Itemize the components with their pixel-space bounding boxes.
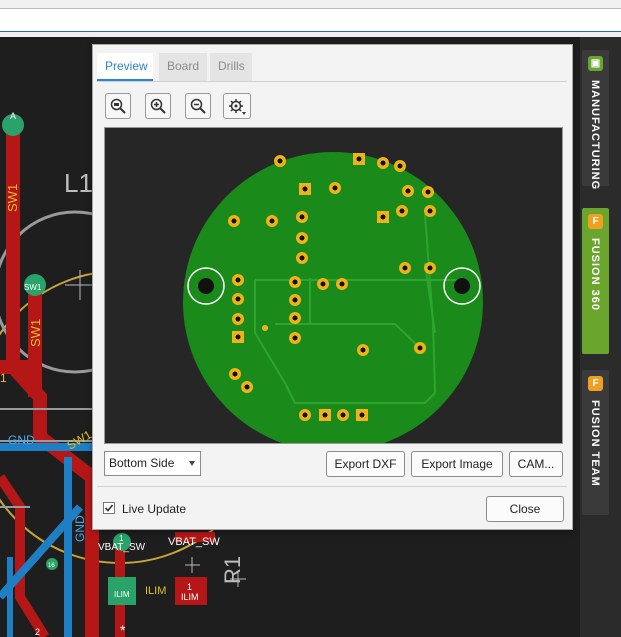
manufacturing-icon: ▣ (588, 56, 603, 71)
star-label: * (120, 622, 126, 637)
tab-preview[interactable]: Preview (97, 53, 153, 81)
pcb-drill-hole (269, 218, 275, 224)
pad-1b-label: 1 (119, 534, 124, 543)
pcb-drill-hole (299, 214, 305, 220)
command-input[interactable] (0, 8, 621, 32)
pcb-via (262, 325, 268, 331)
zoom-in-icon (150, 98, 166, 114)
pcb-drill-hole (359, 412, 365, 418)
pcb-drill-hole (332, 185, 338, 191)
checkmark-icon (104, 504, 114, 512)
pcb-drill-hole (235, 296, 241, 302)
zoom-fit-button[interactable] (105, 93, 131, 119)
pcb-drill-hole (292, 315, 298, 321)
pcb-drill-hole (427, 265, 433, 271)
pcb-drill-hole (425, 189, 431, 195)
pcb-drill-hole (340, 412, 346, 418)
pcb-drill-hole (397, 163, 403, 169)
pad-a-label: A (10, 111, 16, 121)
pcb-drill-hole (405, 188, 411, 194)
gnd-label-h: GND (8, 433, 35, 447)
live-update-label: Live Update (122, 502, 187, 516)
chevron-down-icon (189, 461, 195, 466)
ilim-label-b: ILIM (114, 590, 130, 599)
side-select-value: Bottom Side (109, 456, 175, 470)
pcb-drill-hole (427, 208, 433, 214)
zoom-in-button[interactable] (145, 93, 171, 119)
pcb-drill-hole (235, 334, 241, 340)
pcb-drill-hole (380, 214, 386, 220)
pcb-drill-hole (231, 218, 237, 224)
close-button[interactable]: Close (486, 496, 564, 522)
pcb-drill-hole (235, 316, 241, 322)
pcb-drill-hole (322, 412, 328, 418)
settings-gear-icon (229, 99, 246, 115)
zoom-fit-icon (110, 98, 126, 114)
export-image-button[interactable]: Export Image (411, 451, 503, 477)
pcb-drill-hole (299, 235, 305, 241)
pcb-drill-hole (356, 156, 362, 162)
mount-hole-left (198, 278, 214, 294)
pcb-drill-hole (417, 345, 423, 351)
tab-board[interactable]: Board (159, 53, 207, 81)
pcb-drill-hole (292, 297, 298, 303)
sw1-label-b: SW1 (24, 283, 42, 292)
tab-manufacturing[interactable]: ▣ MANUFACTURING (582, 50, 609, 190)
tab-fusion-team-label: FUSION TEAM (589, 400, 601, 487)
pcb-preview-render (183, 152, 483, 443)
zoom-out-icon (190, 98, 206, 114)
settings-button[interactable] (223, 93, 251, 119)
pcb-drill-hole (302, 186, 308, 192)
fusion-team-icon: F (588, 376, 603, 391)
sw1-label-c: SW1 (28, 319, 43, 347)
tab-manufacturing-label: MANUFACTURING (589, 80, 601, 191)
pcb-drill-hole (235, 277, 241, 283)
right-side-panel: ▣ MANUFACTURING F FUSION 360 F FUSION TE… (580, 37, 621, 637)
top-toolbar (0, 0, 621, 37)
pcb-drill-hole (380, 160, 386, 166)
pcb-drill-hole (320, 281, 326, 287)
pad-2-label: 2 (35, 627, 40, 637)
pad-1c-label: 1 (187, 582, 192, 592)
pcb-drill-hole (299, 255, 305, 261)
live-update-checkbox[interactable] (103, 502, 115, 514)
tab-drills[interactable]: Drills (210, 53, 252, 81)
export-dxf-button[interactable]: Export DXF (326, 451, 405, 477)
pcb-drill-hole (292, 279, 298, 285)
ilim-label-a: ILIM (145, 585, 166, 597)
pcb-drill-hole (292, 335, 298, 341)
tab-fusion-360-label: FUSION 360 (589, 238, 601, 311)
zoom-out-button[interactable] (185, 93, 211, 119)
pcb-drill-hole (302, 412, 308, 418)
dialog-separator (97, 486, 567, 487)
ilim-label-c: ILIM (181, 592, 199, 602)
tab-fusion-team[interactable]: F FUSION TEAM (582, 370, 609, 515)
vbat-sw-label-b: VBAT_SW (168, 536, 220, 548)
tab-divider (97, 81, 567, 82)
gnd-label-v: GND (73, 515, 87, 542)
pcb-drill-hole (360, 347, 366, 353)
mount-hole-right (454, 278, 470, 294)
fusion-icon: F (588, 214, 603, 229)
pcb-drill-hole (339, 281, 345, 287)
side-select[interactable]: Bottom Side (104, 451, 201, 476)
pcb-drill-hole (402, 265, 408, 271)
pad-1a-label: 1 (0, 371, 7, 385)
pcb-drill-hole (244, 384, 250, 390)
vbat-sw-label-a: VBAT_SW (98, 542, 146, 553)
sw1-label-a: SW1 (5, 184, 20, 212)
pcb-board (183, 152, 483, 443)
pcb-drill-hole (399, 208, 405, 214)
pcb-drill-hole (232, 371, 238, 377)
board-preview[interactable] (104, 127, 563, 444)
pcb-drill-hole (277, 158, 283, 164)
cam-button[interactable]: CAM... (509, 451, 563, 477)
origin-cross-2 (185, 557, 200, 573)
l1-label: L1 (64, 168, 93, 198)
r1-label: R1 (220, 556, 245, 584)
tab-fusion-360[interactable]: F FUSION 360 (582, 208, 609, 354)
manufacturing-preview-dialog: Preview Board Drills Bottom Side Export … (92, 44, 573, 530)
pad-16-label: 16 (48, 563, 55, 569)
